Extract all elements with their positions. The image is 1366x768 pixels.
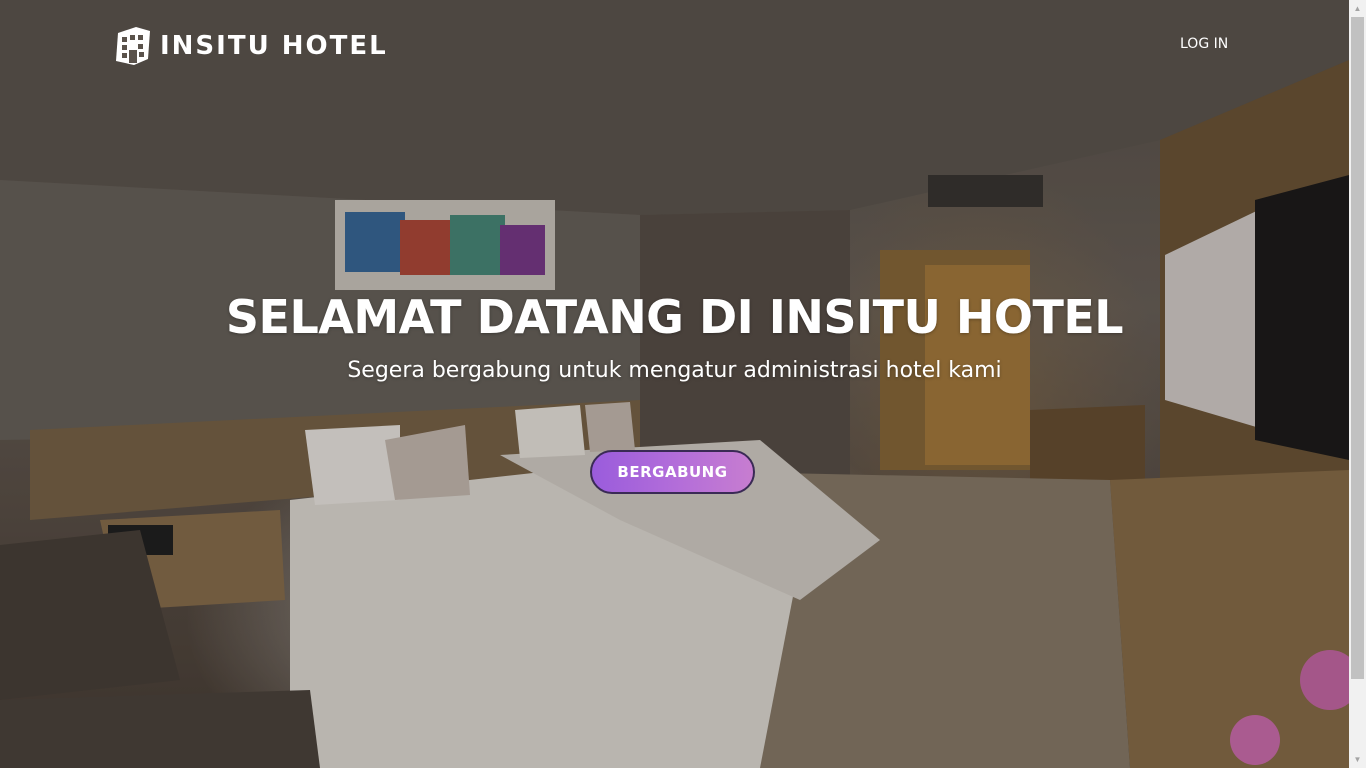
page: INSITU HOTEL LOG IN SELAMAT DATANG DI IN… bbox=[0, 0, 1366, 768]
join-button[interactable]: BERGABUNG bbox=[590, 450, 755, 494]
hero-subtitle: Segera bergabung untuk mengatur administ… bbox=[347, 358, 1002, 383]
brand[interactable]: INSITU HOTEL bbox=[112, 25, 388, 67]
hotel-building-icon bbox=[112, 25, 156, 67]
hero-title: SELAMAT DATANG DI INSITU HOTEL bbox=[225, 290, 1124, 344]
hero-content: SELAMAT DATANG DI INSITU HOTEL Segera be… bbox=[0, 290, 1349, 383]
scroll-up-arrow-icon[interactable]: ▲ bbox=[1349, 0, 1366, 17]
scroll-down-arrow-icon[interactable]: ▼ bbox=[1349, 751, 1366, 768]
login-link[interactable]: LOG IN bbox=[1180, 36, 1228, 52]
brand-name: INSITU HOTEL bbox=[160, 31, 388, 61]
vertical-scrollbar[interactable]: ▲ ▼ bbox=[1349, 0, 1366, 768]
scroll-thumb[interactable] bbox=[1351, 17, 1364, 679]
navbar: INSITU HOTEL LOG IN bbox=[0, 0, 1349, 90]
hero-overlay bbox=[0, 0, 1349, 768]
